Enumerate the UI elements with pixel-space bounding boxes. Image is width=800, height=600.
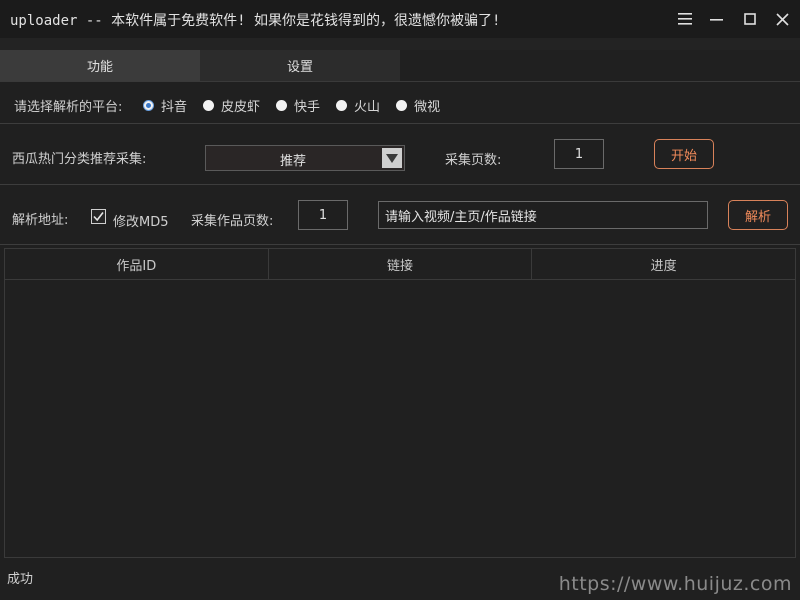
parse-pages-label: 采集作品页数: <box>191 214 274 229</box>
minimize-button[interactable] <box>706 8 728 30</box>
divider <box>0 244 800 245</box>
category-select[interactable]: 推荐 <box>205 145 405 171</box>
category-select-value: 推荐 <box>279 154 306 169</box>
parse-pages-input[interactable]: 1 <box>298 200 348 230</box>
radio-unchecked-icon <box>276 100 288 111</box>
tab-bar: 功能 设置 <box>0 50 400 81</box>
radio-unchecked-icon <box>203 100 215 111</box>
radio-label: 皮皮虾 <box>221 100 261 115</box>
results-table: 作品ID 链接 进度 <box>4 248 796 558</box>
platform-label: 请选择解析的平台: <box>14 100 123 115</box>
xigua-pages-label: 采集页数: <box>445 153 502 168</box>
radio-huoshan[interactable]: 火山 <box>336 96 380 115</box>
dropdown-arrow-icon[interactable] <box>382 148 402 168</box>
tab-divider <box>0 81 800 82</box>
status-text: 成功 <box>7 572 34 587</box>
start-button[interactable]: 开始 <box>654 139 714 169</box>
tab-function[interactable]: 功能 <box>0 50 200 81</box>
title-bar: uploader -- 本软件属于免费软件! 如果你是花钱得到的，很遗憾你被骗了… <box>0 0 800 38</box>
maximize-button[interactable] <box>739 8 761 30</box>
radio-pipixia[interactable]: 皮皮虾 <box>203 96 260 115</box>
radio-unchecked-icon <box>396 100 408 111</box>
close-icon <box>775 12 789 26</box>
radio-weishi[interactable]: 微视 <box>396 96 440 115</box>
radio-checked-icon <box>143 100 154 111</box>
divider <box>0 184 800 185</box>
url-input[interactable]: 请输入视频/主页/作品链接 <box>378 201 708 229</box>
xigua-label: 西瓜热门分类推荐采集: <box>12 152 147 167</box>
checkmark-icon <box>93 212 104 222</box>
radio-label: 火山 <box>354 100 381 115</box>
column-header-progress[interactable]: 进度 <box>532 249 795 279</box>
md5-checkbox[interactable] <box>91 209 106 224</box>
close-button[interactable] <box>771 8 793 30</box>
radio-label: 快手 <box>294 100 321 115</box>
tab-settings[interactable]: 设置 <box>200 50 400 81</box>
column-header-link[interactable]: 链接 <box>269 249 533 279</box>
column-header-work-id[interactable]: 作品ID <box>5 249 269 279</box>
radio-douyin[interactable]: 抖音 <box>143 96 187 115</box>
xigua-pages-input[interactable]: 1 <box>554 139 604 169</box>
hamburger-icon <box>678 13 692 25</box>
radio-label: 抖音 <box>161 100 188 115</box>
title-strip <box>0 38 800 50</box>
radio-label: 微视 <box>414 100 441 115</box>
table-header: 作品ID 链接 进度 <box>5 249 795 280</box>
watermark: https://www.huijuz.com <box>558 573 792 595</box>
parse-address-label: 解析地址: <box>12 213 69 228</box>
radio-unchecked-icon <box>336 100 348 111</box>
menu-button[interactable] <box>674 8 696 30</box>
platform-radio-group: 抖音 皮皮虾 快手 火山 微视 <box>143 96 456 115</box>
md5-label: 修改MD5 <box>113 215 169 230</box>
parse-button[interactable]: 解析 <box>728 200 788 230</box>
window-title: uploader -- 本软件属于免费软件! 如果你是花钱得到的，很遗憾你被骗了… <box>10 13 501 29</box>
divider <box>0 123 800 124</box>
radio-kuaishou[interactable]: 快手 <box>276 96 320 115</box>
minimize-icon <box>710 19 723 21</box>
maximize-icon <box>744 13 756 25</box>
